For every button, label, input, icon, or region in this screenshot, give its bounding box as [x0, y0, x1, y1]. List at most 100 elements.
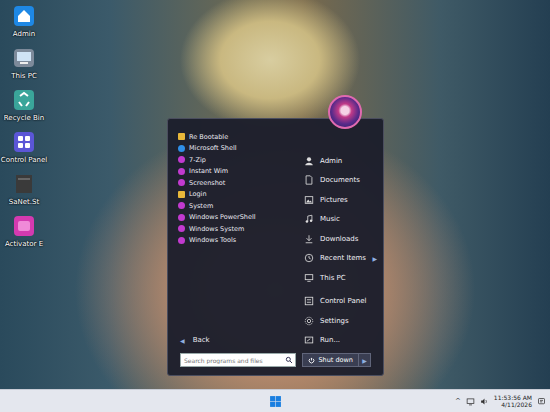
folder-icon — [178, 191, 185, 198]
place-label: Documents — [320, 176, 360, 184]
place-label: Downloads — [320, 235, 358, 243]
program-item[interactable]: Windows PowerShell — [178, 212, 296, 224]
run-icon — [304, 335, 314, 345]
program-item[interactable]: Microsoft Shell — [178, 143, 296, 155]
activator-icon — [12, 214, 36, 238]
desktop-icon-label: Activator E — [5, 240, 43, 248]
shutdown-group: Shut down ▶ — [302, 353, 371, 367]
program-item[interactable]: Screenshot — [178, 177, 296, 189]
place-item[interactable]: Settings — [304, 311, 377, 331]
desktop-icon-label: Recycle Bin — [4, 114, 44, 122]
places-list: Admin Documents Pictures Music Downloads Rece… — [296, 119, 383, 350]
program-label: Windows Tools — [189, 236, 236, 244]
download-icon — [304, 234, 314, 244]
desktop-icon-label: Admin — [13, 30, 35, 38]
back-button[interactable]: ◀Back — [178, 336, 296, 344]
desktop-icon-label: SaNet.St — [9, 198, 39, 206]
desktop-icon-label: This PC — [11, 72, 37, 80]
desktop-icon[interactable]: Control Panel — [2, 130, 46, 164]
system-tray: ^ 11:53:56 AM4/11/2026 — [455, 394, 550, 408]
place-item[interactable]: Documents — [304, 171, 377, 191]
submenu-arrow-icon: ▶ — [372, 255, 377, 262]
desktop-icons: Admin This PC Recycle Bin Control Panel SaNe… — [0, 0, 46, 248]
search-input[interactable] — [181, 354, 285, 366]
shutdown-label: Shut down — [318, 356, 353, 364]
place-item[interactable]: Admin — [304, 151, 377, 171]
place-item[interactable]: Downloads — [304, 229, 377, 249]
place-item[interactable]: Control Panel — [304, 292, 377, 312]
app-icon — [178, 202, 185, 209]
shutdown-button[interactable]: Shut down — [302, 353, 359, 367]
place-label: Admin — [320, 157, 342, 165]
power-icon — [308, 357, 315, 364]
spacer — [178, 246, 296, 336]
desktop-icon[interactable]: Recycle Bin — [2, 88, 46, 122]
program-item[interactable]: Re Bootable — [178, 131, 296, 143]
user-icon — [304, 156, 314, 166]
desktop-icon[interactable]: Admin — [2, 4, 46, 38]
file-icon — [12, 172, 36, 196]
place-label: This PC — [320, 274, 346, 282]
network-icon — [466, 397, 475, 406]
control-panel-icon — [304, 296, 314, 306]
program-item[interactable]: 7-Zip — [178, 154, 296, 166]
computer-icon — [12, 46, 36, 70]
program-label: Microsoft Shell — [189, 144, 237, 152]
control-panel-icon — [12, 130, 36, 154]
desktop-icon[interactable]: Activator E — [2, 214, 46, 248]
app-icon — [178, 214, 185, 221]
program-item[interactable]: Instant Wim — [178, 166, 296, 178]
place-item[interactable]: This PC — [304, 268, 377, 288]
desktop-icon[interactable]: SaNet.St — [2, 172, 46, 206]
program-item[interactable]: Login — [178, 189, 296, 201]
shutdown-options-arrow[interactable]: ▶ — [359, 353, 371, 367]
gear-icon — [304, 316, 314, 326]
place-item[interactable]: Music — [304, 210, 377, 230]
program-item[interactable]: Windows System — [178, 223, 296, 235]
clock-time: 11:53:56 AM — [494, 394, 532, 401]
app-icon — [178, 237, 185, 244]
desktop-icon[interactable]: This PC — [2, 46, 46, 80]
program-label: System — [189, 202, 213, 210]
music-icon — [304, 214, 314, 224]
user-avatar[interactable] — [328, 95, 362, 129]
clock-icon — [304, 253, 314, 263]
windows-logo-icon — [269, 395, 282, 408]
program-label: 7-Zip — [189, 156, 206, 164]
user-folder-icon — [12, 4, 36, 28]
notification-icon — [537, 397, 546, 406]
start-button[interactable] — [265, 392, 285, 410]
program-item[interactable]: Windows Tools — [178, 235, 296, 247]
edge-icon — [178, 145, 185, 152]
place-item[interactable]: Recent Items▶ — [304, 249, 377, 269]
place-label: Control Panel — [320, 297, 366, 305]
desktop-icon-label: Control Panel — [1, 156, 47, 164]
search-box[interactable] — [180, 353, 296, 367]
programs-list: Re Bootable Microsoft Shell 7-Zip Instant W… — [168, 119, 296, 350]
app-icon — [178, 156, 185, 163]
tray-overflow-icon[interactable]: ^ — [455, 397, 461, 405]
document-icon — [304, 175, 314, 185]
clock[interactable]: 11:53:56 AM4/11/2026 — [494, 394, 532, 408]
program-item[interactable]: System — [178, 200, 296, 212]
computer-icon — [304, 273, 314, 283]
start-menu: Re Bootable Microsoft Shell 7-Zip Instant W… — [167, 118, 384, 376]
app-icon — [178, 168, 185, 175]
place-label: Run... — [320, 336, 340, 344]
folder-icon — [178, 133, 185, 140]
place-item[interactable]: Pictures — [304, 190, 377, 210]
program-label: Login — [189, 190, 207, 198]
desktop: Admin This PC Recycle Bin Control Panel SaNe… — [0, 0, 550, 389]
menu-body: Re Bootable Microsoft Shell 7-Zip Instant W… — [168, 119, 383, 350]
recycle-bin-icon — [12, 88, 36, 112]
program-label: Re Bootable — [189, 133, 228, 141]
back-arrow-icon: ◀ — [180, 337, 185, 344]
place-item[interactable]: Run... — [304, 331, 377, 351]
app-icon — [178, 225, 185, 232]
clock-date: 4/11/2026 — [501, 401, 532, 408]
menu-bottom-bar: Shut down ▶ — [168, 350, 383, 375]
program-label: Screenshot — [189, 179, 225, 187]
taskbar: ^ 11:53:56 AM4/11/2026 — [0, 389, 550, 412]
place-label: Music — [320, 215, 340, 223]
program-label: Windows System — [189, 225, 244, 233]
